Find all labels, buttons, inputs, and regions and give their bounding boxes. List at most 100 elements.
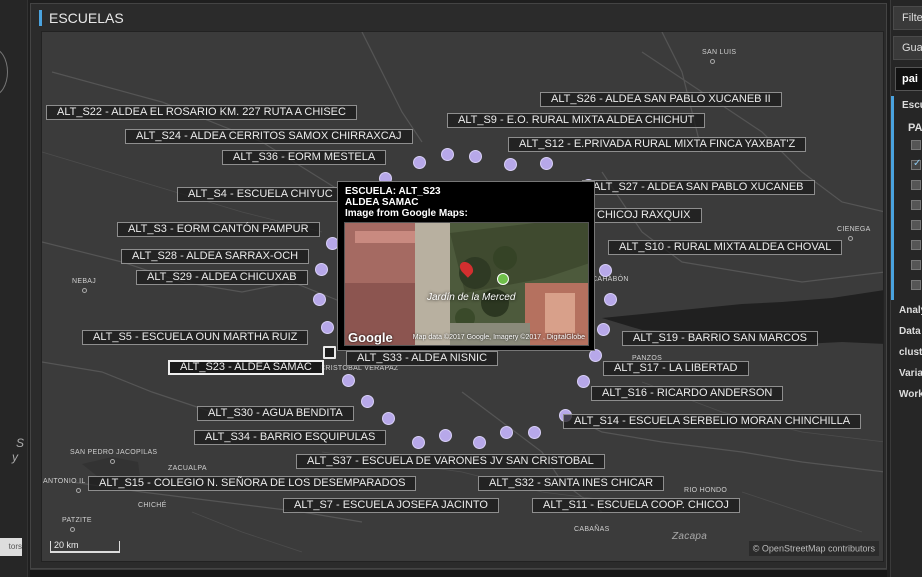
town-label: ANTONIO IL [43,478,86,485]
town-dot [710,59,715,64]
school-label[interactable]: ALT_S27 - ALDEA SAN PABLO XUCANEB [582,180,815,195]
school-label[interactable]: ALT_S10 - RURAL MIXTA ALDEA CHOVAL [608,240,843,255]
menu-item-workspace[interactable]: Work [899,389,922,400]
town-label: ZACUALPA [168,465,207,472]
school-label[interactable]: ALT_S17 - LA LIBERTAD [603,361,749,376]
town-label: SAN LUIS [702,49,737,56]
school-label[interactable]: ALT_S16 - RICARDO ANDERSON [591,386,784,401]
school-label[interactable]: ALT_S3 - EORM CANTÓN PAMPUR [117,222,320,237]
school-point[interactable] [413,156,426,169]
checkbox[interactable] [911,200,921,210]
town-dot [110,459,115,464]
filter-button[interactable]: Filte [893,6,922,30]
school-point[interactable] [599,264,612,277]
school-label[interactable]: ALT_S29 - ALDEA CHICUXAB [136,270,308,285]
checkbox[interactable] [911,260,921,270]
school-label[interactable]: ALT_S24 - ALDEA CERRITOS SAMOX CHIRRAXCA… [125,129,413,144]
school-label[interactable]: ALT_S5 - ESCUELA OUN MARTHA RUIZ [82,330,309,345]
school-label[interactable]: ALT_S26 - ALDEA SAN PABLO XUCANEB II [540,92,782,107]
attribution-text: © OpenStreetMap contributors [752,543,875,554]
checkbox[interactable] [911,158,921,170]
school-point[interactable] [313,293,326,306]
school-point-selected[interactable] [323,346,336,359]
map-view[interactable]: SAN LUIS CIENEGA NEBAJ CAHABÓN PANZOS SA… [41,31,884,562]
school-point[interactable] [342,374,355,387]
town-label: RIO HONDO [684,487,728,494]
checkbox[interactable] [911,140,921,150]
school-label[interactable]: ALT_S12 - E.PRIVADA RURAL MIXTA FINCA YA… [508,137,807,152]
section-subtitle: PAI [908,122,922,134]
checkbox[interactable] [911,240,921,250]
school-point[interactable] [528,426,541,439]
satellite-image: Jardín de la Merced Google Map data ©201… [344,222,589,346]
school-point[interactable] [412,436,425,449]
school-label[interactable]: ALT_S19 - BARRIO SAN MARCOS [622,331,819,346]
left-panel-text: S [16,436,25,450]
school-label[interactable]: ALT_S9 - E.O. RURAL MIXTA ALDEA CHICHUT [447,113,706,128]
school-label[interactable]: ALT_S30 - AGUA BENDITA [197,406,354,421]
school-label[interactable]: ALT_S11 - ESCUELA COOP. CHICOJ [532,498,740,513]
circle-shape [0,48,8,96]
checkbox[interactable] [911,280,921,290]
town-dot [848,236,853,241]
school-label[interactable]: ALT_S32 - SANTA INES CHICAR [478,476,665,491]
school-point[interactable] [473,436,486,449]
school-point[interactable] [500,426,513,439]
school-label[interactable]: ALT_S33 - ALDEA NISNIC [346,351,499,366]
school-point[interactable] [604,293,617,306]
town-label: CRISTOBAL VERAPAZ [320,365,399,372]
town-label: CIENEGA [837,226,871,233]
save-button[interactable]: Gua [893,36,922,60]
menu-item-variables[interactable]: Varia [899,368,922,379]
bottom-bar [30,569,887,577]
school-label[interactable]: ALT_S34 - BARRIO ESQUIPULAS [194,430,387,445]
panel-title: ESCUELAS [39,10,124,26]
school-label[interactable]: ALT_S4 - ESCUELA CHIYUC [177,187,344,202]
school-label[interactable]: ALT_S28 - ALDEA SARRAX-OCH [121,249,310,264]
school-point[interactable] [361,395,374,408]
school-label-selected[interactable]: ALT_S23 - ALDEA SAMAC [168,360,324,375]
town-dot [70,527,75,532]
menu-item-cluster[interactable]: clust [899,347,922,358]
school-point[interactable] [439,429,452,442]
school-point[interactable] [469,150,482,163]
town-dot [82,288,87,293]
search-input[interactable]: pai [895,67,922,91]
menu-item-data[interactable]: Data [899,326,921,337]
imagery-credit: Map data ©2017 Google, Imagery ©2017 , D… [412,334,585,341]
left-panel-credit: tors [0,538,22,556]
town-dot [76,488,81,493]
checkbox[interactable] [911,180,921,190]
left-panel: S y tors [0,0,28,577]
school-point[interactable] [577,375,590,388]
town-label: NEBAJ [72,278,97,285]
school-point[interactable] [504,158,517,171]
town-label: CHICHÉ [138,502,167,509]
school-point[interactable] [382,412,395,425]
school-label[interactable]: ALT_S7 - ESCUELA JOSEFA JACINTO [283,498,499,513]
popup-school-id: ESCUELA: ALT_S23 [345,186,441,197]
place-label: Jardín de la Merced [427,292,516,303]
schools-panel: ESCUELAS SAN LUIS CIENEGA NEBAJ CAHABÓN … [30,3,887,569]
school-label[interactable]: CHICOJ RAXQUIX [586,208,702,223]
school-point[interactable] [315,263,328,276]
popup-image-caption: Image from Google Maps: [345,208,468,219]
checkbox[interactable] [911,220,921,230]
town-label: Zacapa [672,531,708,542]
school-label[interactable]: ALT_S14 - ESCUELA SERBELIO MORAN CHINCHI… [563,414,862,429]
map-attribution[interactable]: © OpenStreetMap contributors [748,541,879,556]
section-title: Escu [902,100,922,111]
school-point[interactable] [597,323,610,336]
school-point[interactable] [441,148,454,161]
school-label[interactable]: ALT_S15 - COLEGIO N. SEÑORA DE LOS DESEM… [88,476,417,491]
google-logo: Google [348,330,393,345]
school-point[interactable] [540,157,553,170]
menu-item-analysis[interactable]: Analy [899,305,922,316]
popup-school-name: ALDEA SAMAC [345,197,419,208]
filter-section: Escu PAI [891,96,922,300]
school-popup[interactable]: ESCUELA: ALT_S23 ALDEA SAMAC Image from … [337,181,595,351]
school-label[interactable]: ALT_S37 - ESCUELA DE VARONES JV SAN CRIS… [296,454,605,469]
school-point[interactable] [321,321,334,334]
school-label[interactable]: ALT_S36 - EORM MESTELA [222,150,387,165]
school-label[interactable]: ALT_S22 - ALDEA EL ROSARIO KM. 227 RUTA … [46,105,357,120]
